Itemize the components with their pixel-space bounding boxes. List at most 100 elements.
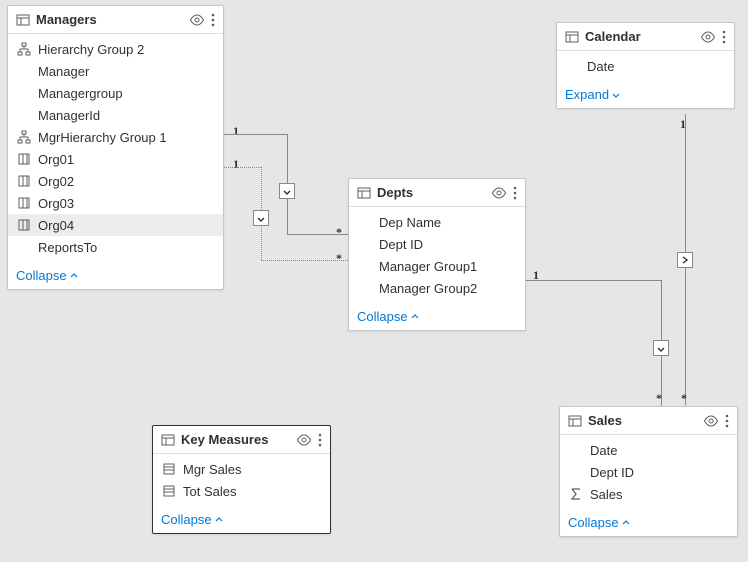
field-column[interactable]: Org02 [8, 170, 223, 192]
field-column-selected[interactable]: Org04 [8, 214, 223, 236]
rel-line-dotted [224, 167, 261, 168]
field-label: Org03 [38, 196, 74, 211]
field-label: ReportsTo [38, 240, 97, 255]
field-measure[interactable]: Mgr Sales [153, 458, 330, 480]
rel-line [224, 134, 287, 135]
field[interactable]: Date [557, 55, 734, 77]
field-label: Manager Group1 [379, 259, 477, 274]
column-icon [16, 173, 32, 189]
chevron-up-icon [214, 515, 224, 525]
rel-managers-depts-to: * [336, 225, 342, 240]
table-icon [161, 433, 175, 447]
column-icon [16, 151, 32, 167]
field-hierarchy[interactable]: MgrHierarchy Group 1 [8, 126, 223, 148]
table-fields: Date Dept ID Sales [560, 435, 737, 509]
table-sales[interactable]: Sales Date Dept ID Sales Collapse [559, 406, 738, 537]
field-hierarchy[interactable]: Hierarchy Group 2 [8, 38, 223, 60]
visibility-icon[interactable] [189, 14, 205, 26]
field-label: Hierarchy Group 2 [38, 42, 144, 57]
collapse-toggle[interactable]: Collapse [153, 506, 330, 533]
field-label: Mgr Sales [183, 462, 242, 477]
chevron-up-icon [69, 271, 79, 281]
field[interactable]: ReportsTo [8, 236, 223, 258]
relation-arrow[interactable] [279, 183, 295, 199]
chevron-right-icon [681, 256, 689, 264]
table-header[interactable]: Sales [560, 407, 737, 435]
field-column[interactable]: Org03 [8, 192, 223, 214]
rel-calendar-sales-to: * [681, 391, 687, 406]
field-column[interactable]: Org01 [8, 148, 223, 170]
table-header[interactable]: Key Measures [153, 426, 330, 454]
relation-arrow[interactable] [653, 340, 669, 356]
relation-arrow[interactable] [677, 252, 693, 268]
chevron-up-icon [621, 518, 631, 528]
field-label: Dep Name [379, 215, 441, 230]
field-measure[interactable]: Tot Sales [153, 480, 330, 502]
field-sigma[interactable]: Sales [560, 483, 737, 505]
collapse-toggle[interactable]: Collapse [560, 509, 737, 536]
field[interactable]: Manager [8, 60, 223, 82]
field-label: Org01 [38, 152, 74, 167]
rel-line-dotted [261, 260, 348, 261]
relation-arrow[interactable] [253, 210, 269, 226]
collapse-label: Collapse [568, 515, 619, 530]
field[interactable]: Dep Name [349, 211, 525, 233]
table-managers[interactable]: Managers Hierarchy Group 2 Manager Manag… [7, 5, 224, 290]
more-icon[interactable] [722, 30, 726, 44]
field-label: Tot Sales [183, 484, 236, 499]
collapse-label: Collapse [16, 268, 67, 283]
table-title: Managers [36, 12, 183, 27]
field[interactable]: Manager Group2 [349, 277, 525, 299]
field-label: Manager [38, 64, 89, 79]
more-icon[interactable] [318, 433, 322, 447]
field[interactable]: Managergroup [8, 82, 223, 104]
field[interactable]: Date [560, 439, 737, 461]
visibility-icon[interactable] [700, 31, 716, 43]
chevron-down-icon [257, 214, 265, 222]
field-label: Dept ID [590, 465, 634, 480]
field-label: Date [587, 59, 614, 74]
expand-label: Expand [565, 87, 609, 102]
table-title: Calendar [585, 29, 694, 44]
collapse-toggle[interactable]: Collapse [8, 262, 223, 289]
table-depts[interactable]: Depts Dep Name Dept ID Manager Group1 Ma… [348, 178, 526, 331]
table-header[interactable]: Depts [349, 179, 525, 207]
field[interactable]: Dept ID [560, 461, 737, 483]
chevron-down-icon [283, 187, 291, 195]
field[interactable]: Dept ID [349, 233, 525, 255]
visibility-icon[interactable] [491, 187, 507, 199]
expand-toggle[interactable]: Expand [557, 81, 734, 108]
collapse-toggle[interactable]: Collapse [349, 303, 525, 330]
chevron-down-icon [657, 344, 665, 352]
table-key-measures[interactable]: Key Measures Mgr Sales Tot Sales Collaps… [152, 425, 331, 534]
column-icon [16, 195, 32, 211]
hierarchy-icon [16, 129, 32, 145]
field[interactable]: ManagerId [8, 104, 223, 126]
field-label: Sales [590, 487, 623, 502]
table-icon [565, 30, 579, 44]
more-icon[interactable] [725, 414, 729, 428]
rel-managers-depts2-from: 1 [233, 157, 239, 172]
collapse-label: Collapse [357, 309, 408, 324]
visibility-icon[interactable] [296, 434, 312, 446]
field[interactable]: Manager Group1 [349, 255, 525, 277]
table-icon [16, 13, 30, 27]
rel-line [526, 280, 662, 281]
more-icon[interactable] [211, 13, 215, 27]
field-label: Dept ID [379, 237, 423, 252]
table-header[interactable]: Managers [8, 6, 223, 34]
field-label: Date [590, 443, 617, 458]
table-fields: Dep Name Dept ID Manager Group1 Manager … [349, 207, 525, 303]
table-icon [357, 186, 371, 200]
table-fields: Hierarchy Group 2 Manager Managergroup M… [8, 34, 223, 262]
rel-managers-depts-from: 1 [233, 124, 239, 139]
chevron-down-icon [611, 90, 621, 100]
visibility-icon[interactable] [703, 415, 719, 427]
field-label: ManagerId [38, 108, 100, 123]
more-icon[interactable] [513, 186, 517, 200]
table-calendar[interactable]: Calendar Date Expand [556, 22, 735, 109]
rel-depts-sales-to: * [656, 391, 662, 406]
measure-icon [161, 461, 177, 477]
table-header[interactable]: Calendar [557, 23, 734, 51]
field-label: Org02 [38, 174, 74, 189]
